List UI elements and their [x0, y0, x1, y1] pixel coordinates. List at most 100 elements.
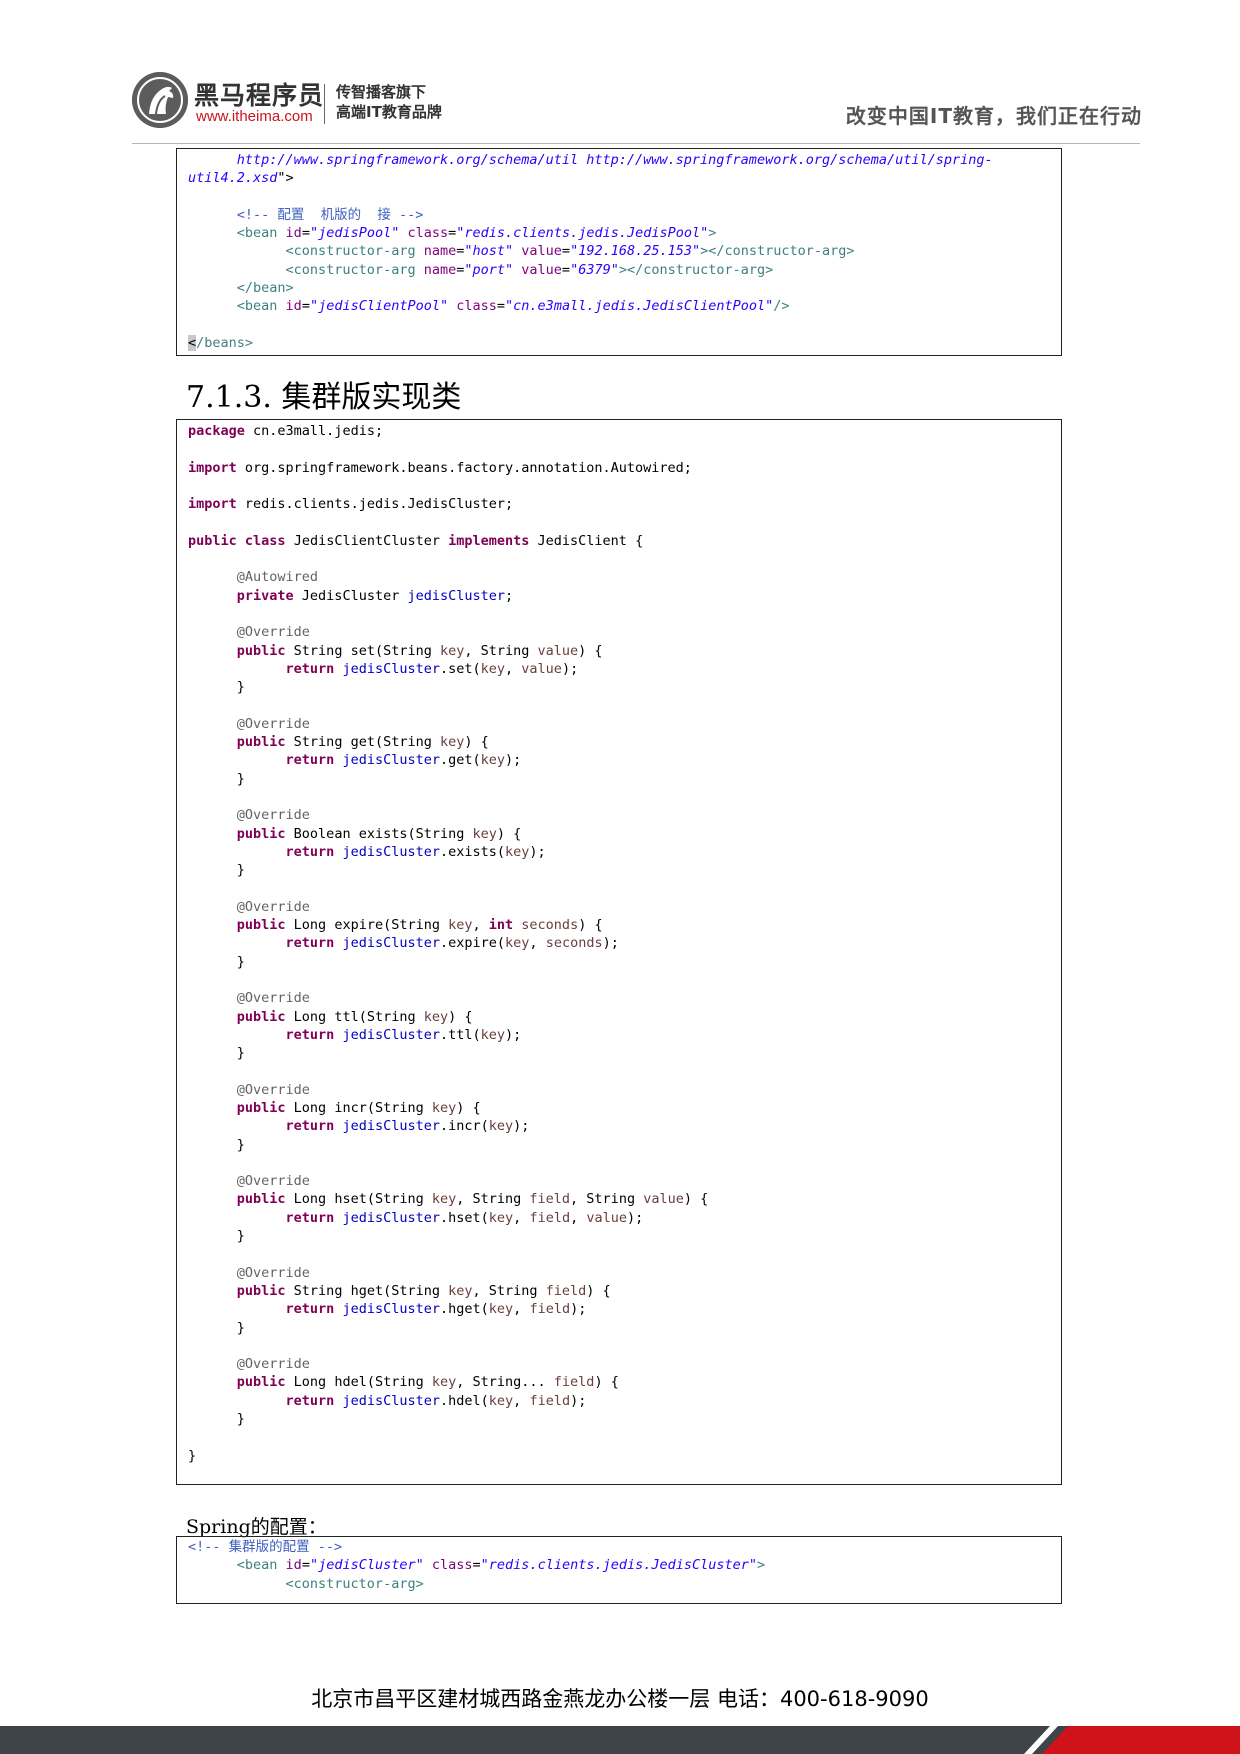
code-token: key	[439, 642, 465, 659]
code-token: ">	[277, 170, 294, 187]
code-token: );	[602, 935, 619, 952]
code-token: );	[626, 1209, 644, 1226]
code-line: }	[188, 1227, 1049, 1245]
code-token: int	[488, 917, 514, 934]
brand-name: 黑马程序员	[194, 81, 325, 110]
code-token: <!-- 集群版的配置 -->	[188, 1539, 343, 1555]
code-token: <constructor-arg>	[188, 1575, 424, 1592]
code-token: =	[301, 1557, 310, 1574]
code-token: package	[188, 423, 245, 439]
code-token: =	[301, 225, 310, 242]
code-token: @Override	[188, 990, 310, 1007]
code-token: ,	[570, 1209, 587, 1226]
brand-separator	[324, 84, 325, 124]
code-token: "jedisCluster"	[309, 1557, 424, 1574]
code-line: <constructor-arg name="port" value="6379…	[188, 261, 1049, 279]
code-token: String hget(String	[285, 1282, 449, 1299]
code-token: }	[188, 1319, 245, 1336]
code-token: return	[188, 660, 335, 677]
code-token: ) {	[578, 642, 603, 659]
code-token: key	[488, 1118, 514, 1135]
code-token: <constructor-arg	[188, 261, 424, 278]
footer-stripe-red	[1042, 1726, 1240, 1754]
code-token: Long hdel(String	[285, 1374, 432, 1391]
code-token: />	[773, 298, 790, 315]
code-token: field	[553, 1374, 595, 1391]
code-token: jedisCluster	[342, 935, 440, 952]
code-token: }	[188, 953, 245, 970]
code-token: .exists(	[440, 843, 506, 860]
code-token: "jedisPool"	[309, 225, 400, 242]
code-token: ,	[513, 1301, 530, 1318]
page-header: 黑马程序员 www.itheima.com 传智播客旗下 高端IT教育品牌 改变…	[132, 70, 1142, 144]
code-token: }	[188, 770, 245, 787]
code-token: </bean>	[188, 280, 294, 297]
code-token: }	[188, 862, 245, 879]
code-token: jedisCluster	[407, 587, 506, 604]
code-line: return jedisCluster.get(key);	[188, 751, 1049, 769]
code-token: /beans>	[196, 334, 254, 351]
code-token: }	[188, 1228, 245, 1245]
code-token: public	[188, 1099, 286, 1116]
code-token: key	[439, 734, 465, 751]
code-line: }	[188, 953, 1049, 971]
footer-address: 北京市昌平区建材城西路金燕龙办公楼一层 电话：400-618-9090	[311, 1687, 929, 1711]
code-line: public Long hset(String key, String fiel…	[188, 1190, 1049, 1208]
code-block-java-cluster: package cn.e3mall.jedis; import org.sprin…	[176, 419, 1062, 1485]
code-token: @Override	[188, 807, 310, 824]
code-token: key	[472, 825, 497, 842]
code-token: =	[496, 298, 506, 315]
code-token: , String...	[456, 1374, 554, 1391]
code-token: key	[488, 1209, 514, 1226]
code-line: private JedisCluster jedisCluster;	[188, 587, 1049, 605]
code-token: key	[431, 1191, 457, 1208]
code-token: JedisCluster	[293, 587, 408, 604]
code-line: return jedisCluster.set(key, value);	[188, 660, 1049, 678]
code-token: value	[643, 1191, 684, 1208]
code-token: <bean	[188, 298, 286, 315]
code-token: .hset(	[440, 1209, 489, 1226]
code-token: public	[188, 825, 286, 842]
section-title: 7.1.3. 集群版实现类	[186, 380, 462, 415]
header-slogan: 改变中国IT教育，我们正在行动	[845, 104, 1142, 128]
code-line: import org.springframework.beans.factory…	[188, 459, 1049, 477]
code-token: ,	[513, 1209, 530, 1226]
code-line: }	[188, 861, 1049, 879]
code-token: ,	[472, 917, 489, 934]
code-line: }	[188, 1319, 1049, 1337]
code-token: "jedisClientPool"	[309, 298, 449, 315]
code-token: public	[188, 532, 237, 549]
code-line: http://www.springframework.org/schema/ut…	[188, 151, 1049, 169]
code-token: implements	[448, 532, 530, 549]
code-token: field	[545, 1282, 587, 1299]
code-line: return jedisCluster.hdel(key, field);	[188, 1392, 1049, 1410]
code-token: .expire(	[440, 935, 506, 952]
code-line: return jedisCluster.expire(key, seconds)…	[188, 934, 1049, 952]
code-line: package cn.e3mall.jedis;	[188, 422, 1049, 440]
code-line: @Override	[188, 1355, 1049, 1373]
code-token: return	[188, 752, 335, 769]
code-token: class	[431, 1557, 473, 1574]
code-line: public Long hdel(String key, String... f…	[188, 1373, 1049, 1391]
code-token: Boolean exists(String	[285, 825, 473, 842]
code-token: key	[431, 1374, 457, 1391]
code-token: .ttl(	[440, 1026, 481, 1043]
code-line: <!-- 集群版的配置 -->	[188, 1538, 1049, 1556]
code-token: );	[529, 843, 546, 860]
code-token: <constructor-arg	[188, 243, 424, 260]
code-block-xml-pool: http://www.springframework.org/schema/ut…	[176, 148, 1062, 356]
code-token: .hdel(	[440, 1392, 489, 1409]
code-line: public String set(String key, String val…	[188, 642, 1049, 660]
code-token: import	[188, 459, 237, 476]
code-line: @Autowired	[188, 568, 1049, 586]
code-token: key	[505, 843, 530, 860]
code-token: }	[188, 1411, 245, 1428]
code-line: return jedisCluster.exists(key);	[188, 843, 1049, 861]
code-token: jedisCluster	[342, 843, 440, 860]
